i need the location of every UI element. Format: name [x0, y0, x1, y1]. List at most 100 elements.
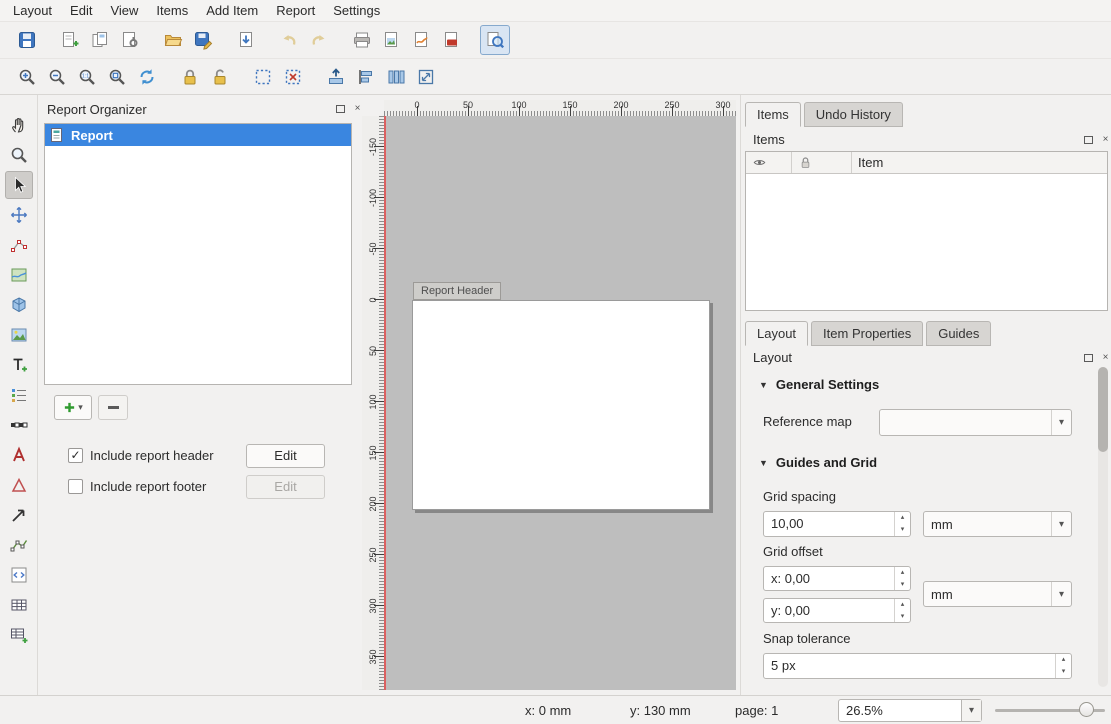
raise-items-icon[interactable] — [321, 62, 351, 92]
unlock-items-icon[interactable] — [205, 62, 235, 92]
spin-up-icon[interactable]: ▴ — [895, 512, 910, 524]
grid-offset-y-spinbox[interactable]: y: 0,00 ▴▾ — [763, 598, 911, 623]
tab-layout[interactable]: Layout — [745, 321, 808, 346]
edit-footer-button[interactable]: Edit — [246, 475, 325, 499]
layout-float-button[interactable] — [1082, 351, 1095, 364]
spin-down-icon[interactable]: ▾ — [895, 579, 910, 591]
zoom-tool-icon[interactable] — [5, 141, 33, 169]
reference-map-combo[interactable]: ▾ — [879, 409, 1072, 436]
add-node-item-tool-icon[interactable] — [5, 531, 33, 559]
items-close-button[interactable]: × — [1099, 133, 1111, 146]
menu-settings[interactable]: Settings — [324, 1, 389, 20]
tree-item-label: Report — [71, 128, 113, 143]
save-as-template-icon[interactable] — [188, 25, 218, 55]
edit-header-button[interactable]: Edit — [246, 444, 325, 468]
guides-grid-header[interactable]: ▼ Guides and Grid — [759, 455, 877, 470]
layout-close-button[interactable]: × — [1099, 351, 1111, 364]
view-toolbar: 1:1 — [0, 59, 1111, 95]
menu-items[interactable]: Items — [147, 1, 197, 20]
open-folder-icon[interactable] — [158, 25, 188, 55]
menu-report[interactable]: Report — [267, 1, 324, 20]
export-pdf-icon[interactable] — [437, 25, 467, 55]
deselect-all-icon[interactable] — [278, 62, 308, 92]
zoom-slider[interactable] — [993, 696, 1107, 724]
pan-tool-icon[interactable] — [5, 111, 33, 139]
report-tree[interactable]: Report — [44, 123, 352, 385]
remove-section-button[interactable] — [98, 395, 128, 420]
tree-item-report[interactable]: Report — [45, 124, 351, 146]
resize-items-icon[interactable] — [411, 62, 441, 92]
layout-manager-icon[interactable] — [115, 25, 145, 55]
add-north-arrow-tool-icon[interactable] — [5, 441, 33, 469]
grid-spacing-unit-combo[interactable]: mm ▾ — [923, 511, 1072, 537]
move-content-tool-icon[interactable] — [5, 201, 33, 229]
tab-item-properties[interactable]: Item Properties — [811, 321, 923, 346]
edit-nodes-tool-icon[interactable] — [5, 231, 33, 259]
align-items-icon[interactable] — [351, 62, 381, 92]
add-legend-tool-icon[interactable] — [5, 381, 33, 409]
items-table[interactable]: Item — [745, 151, 1108, 311]
duplicate-layout-icon[interactable] — [85, 25, 115, 55]
select-move-tool-icon[interactable] — [5, 171, 33, 199]
distribute-items-icon[interactable] — [381, 62, 411, 92]
menu-add-item[interactable]: Add Item — [197, 1, 267, 20]
tab-items[interactable]: Items — [745, 102, 801, 127]
include-header-checkbox[interactable]: ✓ — [68, 448, 83, 463]
export-image-icon[interactable] — [377, 25, 407, 55]
menu-view[interactable]: View — [101, 1, 147, 20]
new-report-icon[interactable] — [55, 25, 85, 55]
spin-up-icon[interactable]: ▴ — [895, 567, 910, 579]
tab-guides[interactable]: Guides — [926, 321, 991, 346]
chevron-down-icon[interactable]: ▾ — [961, 700, 981, 721]
lock-items-icon[interactable] — [175, 62, 205, 92]
grid-offset-unit-combo[interactable]: mm ▾ — [923, 581, 1072, 607]
zoom-slider-knob[interactable] — [1079, 702, 1094, 717]
add-attribute-table-tool-icon[interactable] — [5, 591, 33, 619]
add-fixed-table-tool-icon[interactable] — [5, 621, 33, 649]
save-project-icon[interactable] — [12, 25, 42, 55]
spin-down-icon[interactable]: ▾ — [895, 524, 910, 536]
items-panel-title: Items — [753, 132, 785, 147]
grid-spacing-spinbox[interactable]: 10,00 ▴▾ — [763, 511, 911, 537]
add-map-tool-icon[interactable] — [5, 261, 33, 289]
select-all-icon[interactable] — [248, 62, 278, 92]
print-icon[interactable] — [347, 25, 377, 55]
add-3d-map-tool-icon[interactable] — [5, 291, 33, 319]
layout-canvas[interactable]: Report Header — [384, 116, 736, 690]
organizer-float-button[interactable] — [334, 102, 347, 115]
add-label-tool-icon[interactable] — [5, 351, 33, 379]
spin-up-icon[interactable]: ▴ — [895, 599, 910, 611]
spin-down-icon[interactable]: ▾ — [895, 611, 910, 623]
zoom-in-icon[interactable] — [12, 62, 42, 92]
refresh-icon[interactable] — [132, 62, 162, 92]
spin-up-icon[interactable]: ▴ — [1056, 654, 1071, 666]
tab-undo-history[interactable]: Undo History — [804, 102, 903, 127]
include-header-label: Include report header — [90, 448, 214, 463]
zoom-level-combo[interactable]: 26.5% ▾ — [838, 699, 982, 722]
scrollbar-thumb[interactable] — [1098, 367, 1108, 452]
export-svg-icon[interactable] — [407, 25, 437, 55]
add-picture-tool-icon[interactable] — [5, 321, 33, 349]
load-template-icon[interactable] — [231, 25, 261, 55]
add-scalebar-tool-icon[interactable] — [5, 411, 33, 439]
redo-icon[interactable] — [304, 25, 334, 55]
properties-scrollbar[interactable] — [1098, 367, 1108, 687]
add-section-button[interactable]: ▾ — [54, 395, 92, 420]
zoom-out-icon[interactable] — [42, 62, 72, 92]
grid-offset-x-spinbox[interactable]: x: 0,00 ▴▾ — [763, 566, 911, 591]
undo-icon[interactable] — [274, 25, 304, 55]
add-html-tool-icon[interactable] — [5, 561, 33, 589]
add-arrow-tool-icon[interactable] — [5, 501, 33, 529]
menu-layout[interactable]: Layout — [4, 1, 61, 20]
zoom-full-icon[interactable] — [102, 62, 132, 92]
refresh-view-icon[interactable] — [480, 25, 510, 55]
zoom-actual-icon[interactable]: 1:1 — [72, 62, 102, 92]
include-footer-checkbox[interactable] — [68, 479, 83, 494]
general-settings-title: General Settings — [776, 377, 879, 392]
spin-down-icon[interactable]: ▾ — [1056, 666, 1071, 678]
add-shape-tool-icon[interactable] — [5, 471, 33, 499]
snap-tolerance-spinbox[interactable]: 5 px ▴▾ — [763, 653, 1072, 679]
items-float-button[interactable] — [1082, 133, 1095, 146]
general-settings-header[interactable]: ▼ General Settings — [759, 377, 879, 392]
menu-edit[interactable]: Edit — [61, 1, 101, 20]
